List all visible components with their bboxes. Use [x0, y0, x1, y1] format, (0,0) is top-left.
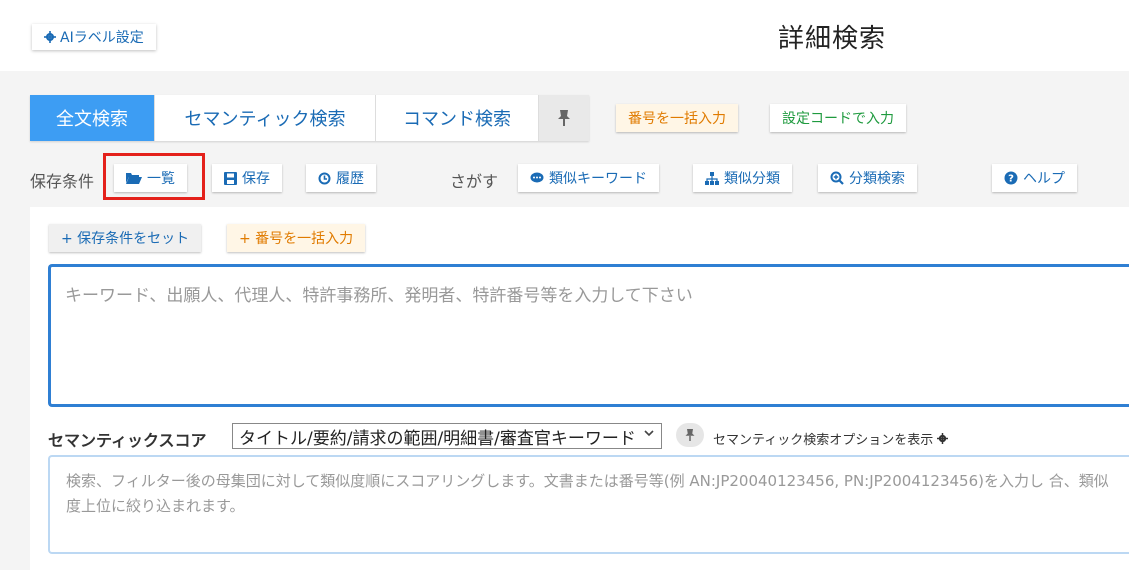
bulk-number-button[interactable]: 番号を一括入力	[616, 104, 738, 132]
save-button[interactable]: 保存	[212, 164, 282, 192]
class-search-button[interactable]: 分類検索	[818, 164, 917, 192]
history-button[interactable]: 履歴	[306, 164, 376, 192]
pin-tab-button[interactable]	[539, 95, 589, 141]
card-bulk-number-button[interactable]: + 番号を一括入力	[227, 224, 366, 252]
similar-class-label: 類似分類	[724, 171, 780, 187]
pin-icon	[556, 109, 572, 127]
chevron-down-icon	[643, 427, 655, 443]
page-title: 詳細検索	[778, 24, 887, 54]
ai-label-settings-button[interactable]: AIラベル設定	[32, 24, 156, 50]
keyword-input[interactable]: キーワード、出願人、代理人、特許事務所、発明者、特許番号等を入力して下さい	[48, 264, 1129, 407]
ai-label-settings-label: AIラベル設定	[60, 30, 144, 46]
semantic-pin-button[interactable]	[676, 423, 704, 447]
search-tools-label: さがす	[450, 172, 499, 191]
similar-keyword-button[interactable]: 類似キーワード	[518, 164, 659, 192]
semantic-score-label: セマンティックスコア	[48, 431, 207, 450]
semantic-options-label: セマンティック検索オプションを表示	[713, 433, 934, 448]
save-icon	[224, 171, 237, 185]
sitemap-icon	[705, 171, 719, 185]
save-label: 保存	[242, 171, 270, 187]
gear-icon	[937, 433, 949, 444]
highlight-box	[103, 153, 205, 200]
tab-semantic[interactable]: セマンティック検索	[155, 95, 376, 141]
search-plus-icon	[830, 171, 844, 185]
question-circle-icon: ?	[1004, 171, 1018, 185]
similar-class-button[interactable]: 類似分類	[693, 164, 792, 192]
svg-text:?: ?	[1008, 174, 1014, 185]
class-search-label: 分類検索	[849, 171, 905, 187]
history-label: 履歴	[336, 171, 364, 187]
search-mode-tabs: 全文検索 セマンティック検索 コマンド検索	[30, 95, 589, 141]
help-label: ヘルプ	[1023, 171, 1065, 187]
setting-code-button[interactable]: 設定コードで入力	[770, 104, 906, 132]
set-saved-condition-button[interactable]: + 保存条件をセット	[49, 224, 202, 252]
saved-conditions-label: 保存条件	[30, 172, 95, 191]
tab-fulltext[interactable]: 全文検索	[30, 95, 155, 141]
comment-icon	[530, 172, 544, 184]
semantic-options-toggle[interactable]: セマンティック検索オプションを表示	[713, 429, 949, 448]
gear-icon	[44, 31, 56, 43]
pin-icon	[684, 428, 696, 442]
history-icon	[318, 172, 331, 185]
help-button[interactable]: ? ヘルプ	[992, 164, 1077, 192]
similar-keyword-label: 類似キーワード	[549, 171, 647, 187]
tab-command[interactable]: コマンド検索	[376, 95, 539, 141]
semantic-query-input[interactable]: 検索、フィルター後の母集団に対して類似度順にスコアリングします。文書または番号等…	[48, 455, 1129, 554]
semantic-field-value: タイトル/要約/請求の範囲/明細書/審査官キーワード	[239, 428, 636, 449]
top-bar: AIラベル設定 詳細検索	[0, 0, 1129, 71]
semantic-field-select[interactable]: タイトル/要約/請求の範囲/明細書/審査官キーワード	[232, 423, 662, 449]
